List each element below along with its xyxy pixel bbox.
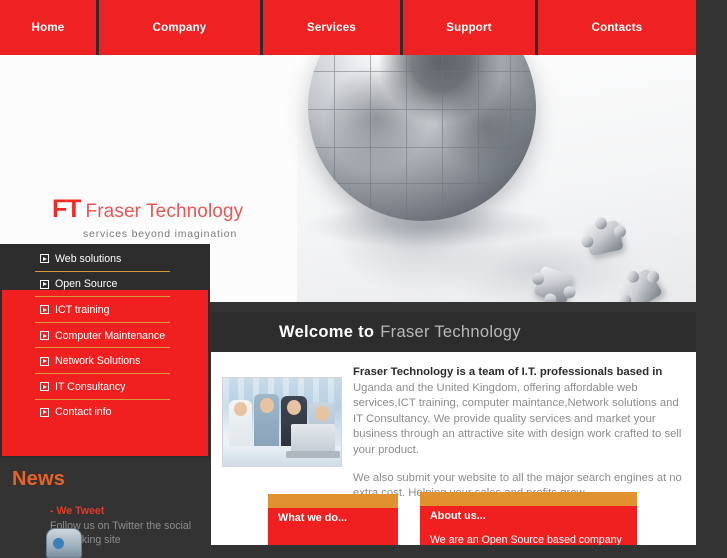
puzzle-piece xyxy=(580,216,628,257)
sidebar-item-label: ICT training xyxy=(55,303,110,316)
arrow-box-icon xyxy=(40,356,49,366)
sidebar-item-computer-maintenance[interactable]: Computer Maintenance xyxy=(2,323,208,349)
arrow-box-icon xyxy=(40,279,49,289)
intro-rest: Uganda and the United Kingdom, offering … xyxy=(353,381,682,456)
promo-title: What we do... xyxy=(278,512,347,524)
globe-puzzle-grid xyxy=(308,55,536,221)
logo-tagline: services beyond imagination xyxy=(83,228,238,240)
sidebar-service-menu: Web solutions Open Source ICT training C… xyxy=(0,244,210,458)
photo-person-head xyxy=(287,400,301,415)
promo-body: About us... We are an Open Source based … xyxy=(420,506,637,545)
sidebar-menu-list: Web solutions Open Source ICT training C… xyxy=(2,246,208,425)
sidebar-item-label: Network Solutions xyxy=(55,355,141,368)
sidebar-item-contact-info[interactable]: Contact info xyxy=(2,400,208,426)
photo-person-head xyxy=(234,402,247,416)
welcome-heading-bar: Welcome to Fraser Technology xyxy=(211,312,696,352)
sidebar-item-label: Open Source xyxy=(55,278,118,291)
puzzle-piece xyxy=(616,267,664,302)
nav-label: Support xyxy=(446,21,492,34)
photo-laptop xyxy=(286,424,340,458)
sidebar-item-network-solutions[interactable]: Network Solutions xyxy=(2,348,208,374)
sidebar-item-ict-training[interactable]: ICT training xyxy=(2,297,208,323)
top-navigation: Home Company Services Support Contacts xyxy=(0,0,696,55)
sidebar-item-label: Contact info xyxy=(55,406,112,419)
puzzle-globe-icon xyxy=(308,55,536,221)
arrow-box-icon xyxy=(40,305,49,315)
page-root: Home Company Services Support Contacts F… xyxy=(0,0,727,558)
arrow-box-icon xyxy=(40,254,49,264)
arrow-box-icon xyxy=(40,331,49,341)
promo-title: About us... xyxy=(430,510,486,522)
photo-person-head xyxy=(260,398,274,413)
sidebar-item-open-source[interactable]: Open Source xyxy=(2,272,208,298)
promo-body: What we do... xyxy=(268,508,398,545)
right-background-gutter xyxy=(696,0,727,545)
promo-cap xyxy=(420,492,637,506)
nav-item-services[interactable]: Services xyxy=(263,0,403,55)
promo-box-about-us[interactable]: About us... We are an Open Source based … xyxy=(420,492,637,545)
promo-cap xyxy=(268,494,398,508)
nav-label: Services xyxy=(307,21,356,34)
promo-text: We are an Open Source based company xyxy=(430,534,622,545)
nav-label: Company xyxy=(152,21,207,34)
sidebar-item-label: Web solutions xyxy=(55,252,122,265)
news-item-headline[interactable]: - We Tweet xyxy=(50,505,210,517)
arrow-box-icon xyxy=(40,382,49,392)
sidebar-item-it-consultancy[interactable]: IT Consultancy xyxy=(2,374,208,400)
intro-paragraph-1: Fraser Technology is a team of I.T. prof… xyxy=(353,365,683,459)
promo-box-what-we-do[interactable]: What we do... xyxy=(268,494,398,545)
nav-item-contacts[interactable]: Contacts xyxy=(538,0,696,55)
sidebar-item-label: Computer Maintenance xyxy=(55,329,166,342)
logo-wordmark: FT Fraser Technology xyxy=(52,195,243,224)
photo-person-head xyxy=(315,406,329,421)
hero-puzzle-globe-image xyxy=(297,55,696,302)
logo-initials: FT xyxy=(52,195,82,223)
sidebar-item-web-solutions[interactable]: Web solutions xyxy=(2,246,208,272)
sidebar-item-label: IT Consultancy xyxy=(55,380,126,393)
intro-lead-sentence: Fraser Technology is a team of I.T. prof… xyxy=(353,366,663,378)
nav-item-company[interactable]: Company xyxy=(99,0,263,55)
nav-label: Contacts xyxy=(591,21,643,34)
nav-item-home[interactable]: Home xyxy=(0,0,99,55)
nav-label: Home xyxy=(31,21,65,34)
news-section-title: News xyxy=(12,468,66,490)
arrow-box-icon xyxy=(40,407,49,417)
nav-item-support[interactable]: Support xyxy=(403,0,538,55)
welcome-brand-text: Fraser Technology xyxy=(380,322,521,341)
twitter-bird-icon xyxy=(46,528,82,558)
puzzle-piece xyxy=(530,265,578,302)
welcome-strong-text: Welcome to xyxy=(279,322,375,341)
logo-brand-name: Fraser Technology xyxy=(85,201,244,222)
team-photo-image xyxy=(222,377,342,467)
site-logo[interactable]: FT Fraser Technology services beyond ima… xyxy=(52,195,243,240)
